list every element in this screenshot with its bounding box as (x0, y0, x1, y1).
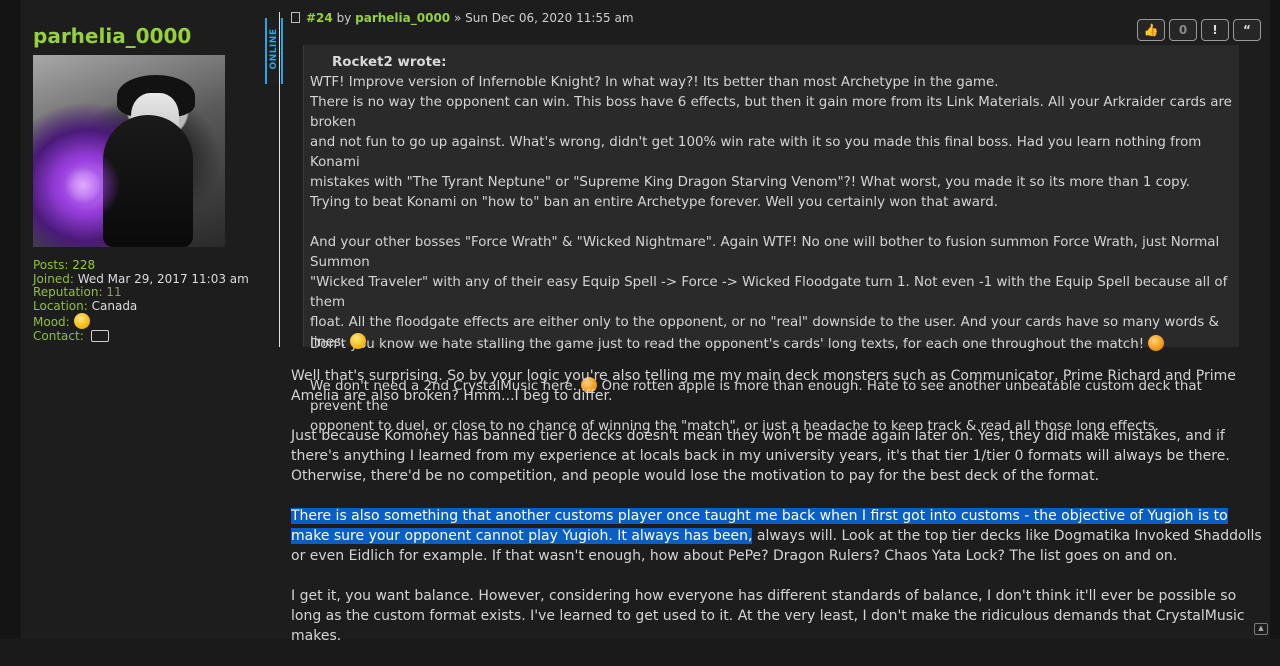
forum-post: parhelia_0000 Posts: 228 Joined: Wed Mar… (21, 0, 1270, 644)
quote-line: and not fun to go up against. What's wro… (310, 135, 1202, 170)
page-gutter-right (1270, 0, 1280, 639)
like-button[interactable]: 👍 (1137, 19, 1165, 41)
body-paragraph: I get it, you want balance. However, con… (291, 588, 1245, 644)
post-author-link[interactable]: parhelia_0000 (355, 11, 450, 25)
report-button[interactable]: ! (1201, 19, 1229, 41)
body-paragraph: Just because Komoney has banned tier 0 d… (291, 428, 1230, 484)
post-icon (291, 12, 300, 23)
stat-mood: Mood: (33, 313, 249, 330)
profile-stats: Posts: 228 Joined: Wed Mar 29, 2017 11:0… (33, 258, 249, 344)
page-gutter-left (0, 0, 21, 639)
post-date: » Sun Dec 06, 2020 11:55 am (453, 11, 634, 25)
post-header: #24 by parhelia_0000 » Sun Dec 06, 2020 … (291, 11, 634, 25)
quote-line: float. All the floodgate effects are eit… (310, 315, 1219, 350)
quote-line: Don't you know we hate stalling the game… (310, 335, 1239, 357)
stat-reputation: Reputation: 11 (33, 285, 122, 300)
profile-username[interactable]: parhelia_0000 (33, 24, 191, 48)
angry-emoji-icon (1148, 335, 1165, 351)
body-paragraph: There is also something that another cus… (291, 508, 1262, 564)
quote-line: mistakes with "The Tyrant Neptune" or "S… (310, 175, 1190, 190)
stat-contact: Contact: (33, 330, 249, 344)
stat-posts: Posts: 228 (33, 258, 96, 272)
thinking-emoji-icon (349, 333, 366, 349)
post-actions: 👍 0! “ (1133, 19, 1261, 41)
post-number-link[interactable]: #24 (306, 11, 333, 25)
post-profile: parhelia_0000 Posts: 228 Joined: Wed Mar… (21, 0, 283, 639)
smiley-icon (73, 313, 90, 330)
quote-block: Rocket2 wrote: WTF! Improve version of I… (303, 45, 1239, 434)
quote-line: Trying to beat Konami on "how to" ban an… (310, 195, 998, 210)
online-status-badge: ONLINE (265, 18, 283, 84)
quote-author: Rocket2 wrote: (332, 55, 447, 70)
body-paragraph: Well that's surprising. So by your logic… (291, 368, 1236, 404)
posts-count[interactable]: 228 (72, 258, 95, 272)
stat-joined: Joined: Wed Mar 29, 2017 11:03 am (33, 271, 249, 286)
like-count: 0 (1169, 19, 1197, 41)
chat-bubble-icon[interactable] (90, 330, 109, 343)
quote-button[interactable]: “ (1233, 19, 1261, 41)
quote-line: WTF! Improve version of Infernoble Knigh… (310, 75, 999, 90)
profile-divider (279, 12, 280, 347)
quote-line: There is no way the opponent can win. Th… (310, 95, 1232, 130)
quote-line: "Wicked Traveler" with any of their easy… (310, 275, 1228, 310)
scroll-up-icon[interactable]: ▲ (1254, 623, 1268, 635)
avatar (33, 55, 225, 247)
stat-location: Location: Canada (33, 298, 138, 313)
quote-line: And your other bosses "Force Wrath" & "W… (310, 235, 1220, 270)
post-body: Well that's surprising. So by your logic… (291, 366, 1263, 666)
